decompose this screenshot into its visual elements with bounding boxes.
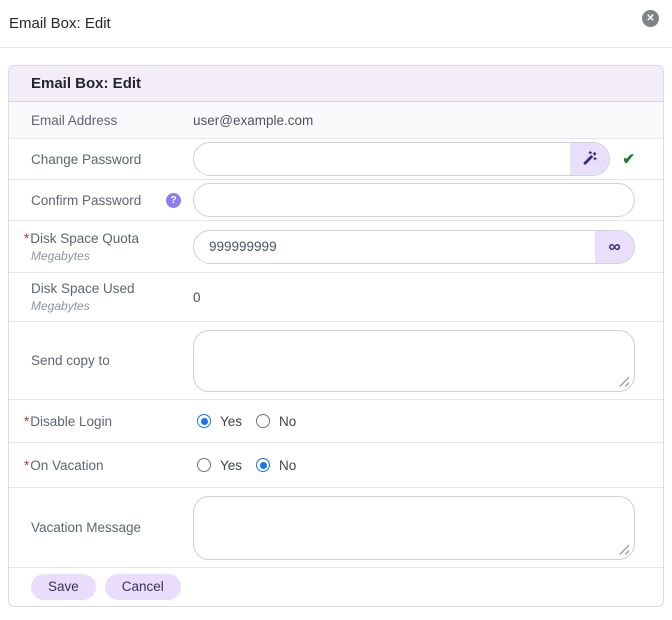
row-vacation-message: Vacation Message <box>9 487 663 567</box>
on-vacation-no-label[interactable]: No <box>279 458 296 473</box>
on-vacation-yes-label[interactable]: Yes <box>220 458 242 473</box>
cancel-button[interactable]: Cancel <box>104 573 181 601</box>
send-copy-to-textarea[interactable] <box>193 329 635 392</box>
page-title: Email Box: Edit <box>9 15 111 32</box>
panel-title: Email Box: Edit <box>31 75 142 92</box>
email-address-label: Email Address <box>31 112 118 128</box>
disk-space-quota-unit: Megabytes <box>31 248 90 263</box>
panel-header: Email Box: Edit <box>9 66 663 102</box>
required-marker: * <box>24 457 30 473</box>
change-password-input[interactable] <box>194 143 571 175</box>
row-change-password: Change Password ✔ <box>9 138 663 179</box>
send-copy-to-wrap <box>193 329 635 392</box>
disable-login-yes-label[interactable]: Yes <box>220 414 242 429</box>
magic-wand-icon <box>582 150 598 169</box>
disk-space-used-label: Disk Space Used <box>31 281 135 296</box>
panel-footer: Save Cancel <box>9 567 663 606</box>
disable-login-label-wrap: * Disable Login <box>24 413 193 429</box>
vacation-message-wrap <box>193 495 635 560</box>
disk-space-quota-input[interactable] <box>194 230 595 263</box>
send-copy-to-label: Send copy to <box>31 353 110 368</box>
infinity-icon: ∞ <box>608 237 621 256</box>
email-address-value: user@example.com <box>193 112 314 128</box>
confirm-password-input[interactable] <box>193 183 635 217</box>
disk-space-used-label-block: Disk Space Used Megabytes <box>31 281 193 313</box>
row-disk-space-used: Disk Space Used Megabytes 0 <box>9 272 663 321</box>
change-password-group <box>193 142 611 176</box>
row-confirm-password: Confirm Password ? <box>9 179 663 220</box>
disable-login-label: Disable Login <box>30 413 113 429</box>
required-marker: * <box>24 230 30 246</box>
row-disk-space-quota: * Disk Space Quota Megabytes ∞ <box>9 220 663 272</box>
row-send-copy-to: Send copy to <box>9 321 663 399</box>
password-valid-check-icon: ✔ <box>622 151 635 168</box>
close-icon[interactable]: ✕ <box>642 10 659 27</box>
change-password-label: Change Password <box>31 151 142 167</box>
window-titlebar: Email Box: Edit ✕ <box>0 0 672 48</box>
disable-login-radio-group: Yes No <box>193 414 296 429</box>
required-marker: * <box>24 413 30 429</box>
vacation-message-label: Vacation Message <box>31 520 142 535</box>
row-on-vacation: * On Vacation Yes No <box>9 442 663 487</box>
vacation-message-textarea[interactable] <box>193 495 635 560</box>
disk-space-used-unit: Megabytes <box>31 299 90 313</box>
confirm-password-label: Confirm Password <box>31 192 142 208</box>
disk-space-quota-label: Disk Space Quota <box>30 230 140 246</box>
disk-space-quota-group: ∞ <box>193 229 635 264</box>
row-disable-login: * Disable Login Yes No <box>9 399 663 442</box>
save-button[interactable]: Save <box>31 573 96 601</box>
confirm-password-label-wrap: Confirm Password ? <box>31 192 193 208</box>
help-icon[interactable]: ? <box>166 192 181 208</box>
on-vacation-radio-group: Yes No <box>193 458 296 473</box>
on-vacation-label-wrap: * On Vacation <box>24 457 193 473</box>
disk-space-used-value: 0 <box>193 289 201 305</box>
disk-space-quota-label-block: * Disk Space Quota Megabytes <box>24 230 193 263</box>
email-box-edit-panel: Email Box: Edit Email Address user@examp… <box>8 65 664 607</box>
generate-password-button[interactable] <box>570 143 610 175</box>
on-vacation-no-radio[interactable] <box>256 458 271 472</box>
unlimited-quota-button[interactable]: ∞ <box>595 230 634 263</box>
row-email-address: Email Address user@example.com <box>9 102 663 138</box>
disable-login-no-radio[interactable] <box>256 414 271 428</box>
on-vacation-label: On Vacation <box>30 457 104 473</box>
on-vacation-yes-radio[interactable] <box>197 458 211 472</box>
disable-login-no-label[interactable]: No <box>279 414 296 429</box>
disable-login-yes-radio[interactable] <box>197 414 211 428</box>
